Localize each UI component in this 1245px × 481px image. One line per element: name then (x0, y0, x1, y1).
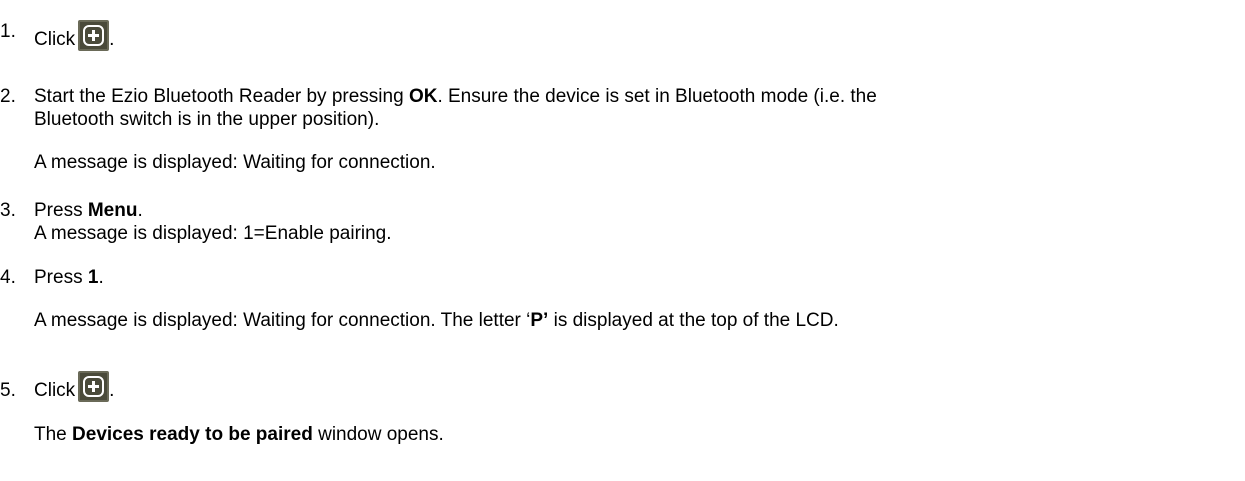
step-text: Click (34, 380, 76, 401)
step-number: 1. (0, 21, 16, 42)
step-number: 5. (0, 380, 16, 401)
step-text: Press (34, 200, 88, 221)
step-text: . (137, 200, 143, 221)
step-tail: . (109, 380, 115, 401)
step-text: Click (34, 29, 76, 50)
message-text: window opens. (312, 424, 444, 445)
step-text-line2: Bluetooth switch is in the upper positio… (34, 109, 380, 130)
add-plus-icon[interactable] (78, 371, 110, 402)
step-number: 4. (0, 267, 16, 288)
message-text: is displayed at the top of the LCD. (548, 310, 839, 331)
button-reference-ok: OK (408, 86, 438, 107)
step-number: 3. (0, 200, 16, 221)
add-plus-icon[interactable] (78, 20, 110, 51)
step-text: Start the Ezio Bluetooth Reader by press… (34, 86, 409, 107)
step-text: Press (34, 267, 88, 288)
step-tail: . (109, 29, 115, 50)
button-reference-1: 1 (87, 267, 99, 288)
step-5-message: The Devices ready to be paired window op… (34, 423, 444, 446)
message-text: A message is displayed: Waiting for conn… (34, 310, 531, 331)
step-text: . Ensure the device is set in Bluetooth … (437, 86, 877, 107)
button-reference-menu: Menu (87, 200, 138, 221)
step-4-message: A message is displayed: Waiting for conn… (34, 309, 839, 332)
message-text: The (34, 424, 73, 445)
letter-p: P’ (530, 310, 549, 331)
window-name-reference: Devices ready to be paired (72, 424, 313, 445)
step-2-message: A message is displayed: Waiting for conn… (34, 152, 436, 173)
step-text: . (98, 267, 104, 288)
step-number: 2. (0, 86, 16, 107)
step-text-line2: A message is displayed: 1=Enable pairing… (34, 223, 392, 244)
